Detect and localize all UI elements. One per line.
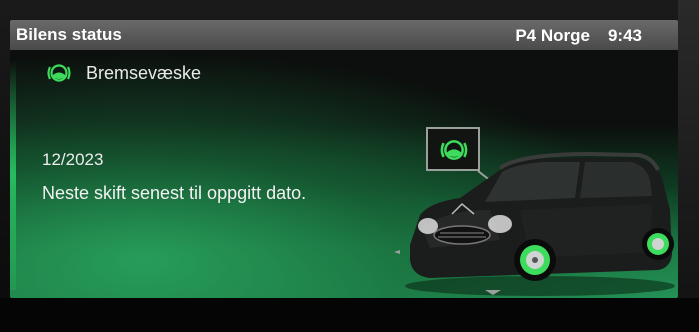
car-illustration — [394, 151, 675, 296]
status-item-brake-fluid[interactable]: Bremsevæske — [46, 62, 201, 84]
status-item-label: Bremsevæske — [86, 62, 202, 83]
bezel-right — [678, 0, 699, 332]
brake-fluid-icon — [46, 62, 72, 84]
page-title: Bilens status — [16, 25, 122, 44]
status-info: P4 Norge 9:43 — [515, 26, 642, 46]
bezel-bottom — [0, 298, 699, 332]
title-bar: Bilens status P4 Norge 9:43 — [10, 20, 678, 50]
service-message: Neste skift senest til oppgitt dato. — [42, 183, 307, 203]
radio-station: P4 Norge — [515, 26, 590, 45]
clock: 9:43 — [607, 26, 642, 45]
status-screen: Bilens status P4 Norge 9:43 Bremsevæske … — [10, 20, 678, 298]
selection-indicator — [10, 60, 16, 290]
due-date: 12/2023 — [42, 150, 104, 169]
